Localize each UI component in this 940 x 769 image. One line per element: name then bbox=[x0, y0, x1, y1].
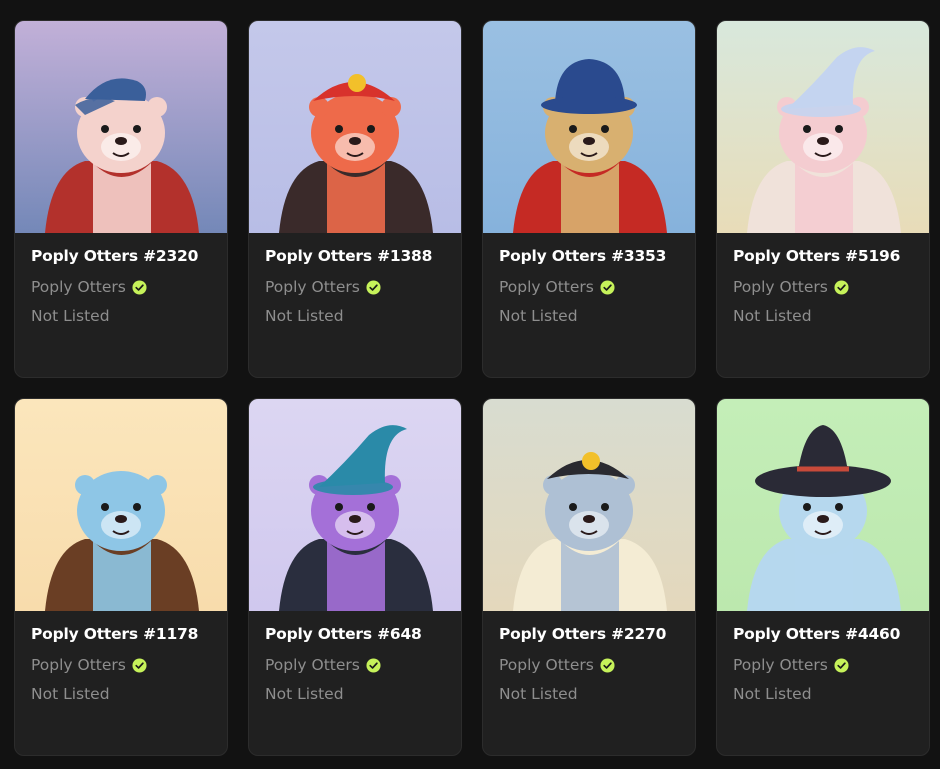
nft-image[interactable] bbox=[717, 399, 929, 611]
nft-info: Poply Otters #1388 Poply Otters Not List… bbox=[265, 247, 451, 325]
nft-title[interactable]: Poply Otters #5196 bbox=[733, 247, 919, 265]
nft-image[interactable] bbox=[483, 399, 695, 611]
nft-title[interactable]: Poply Otters #1178 bbox=[31, 625, 217, 643]
otter-artwork bbox=[249, 399, 461, 611]
collection-row: Poply Otters bbox=[499, 278, 685, 296]
nft-image[interactable] bbox=[249, 21, 461, 233]
nft-title[interactable]: Poply Otters #2320 bbox=[31, 247, 217, 265]
collection-row: Poply Otters bbox=[265, 656, 451, 674]
nft-grid: Poply Otters #2320 Poply Otters Not List… bbox=[0, 0, 940, 769]
verified-check-icon bbox=[600, 279, 615, 295]
collection-name[interactable]: Poply Otters bbox=[265, 278, 360, 296]
otter-artwork bbox=[717, 21, 929, 233]
listing-status: Not Listed bbox=[31, 307, 110, 325]
verified-check-icon bbox=[366, 657, 381, 673]
nft-info: Poply Otters #5196 Poply Otters Not List… bbox=[733, 247, 919, 325]
nft-image[interactable] bbox=[717, 21, 929, 233]
nft-title[interactable]: Poply Otters #2270 bbox=[499, 625, 685, 643]
verified-check-icon bbox=[366, 279, 381, 295]
nft-info: Poply Otters #1178 Poply Otters Not List… bbox=[31, 625, 217, 703]
collection-name[interactable]: Poply Otters bbox=[265, 656, 360, 674]
nft-card[interactable]: Poply Otters #2270 Poply Otters Not List… bbox=[482, 398, 696, 756]
nft-title[interactable]: Poply Otters #4460 bbox=[733, 625, 919, 643]
nft-image[interactable] bbox=[249, 399, 461, 611]
listing-status: Not Listed bbox=[499, 307, 578, 325]
listing-status: Not Listed bbox=[733, 307, 812, 325]
nft-info: Poply Otters #648 Poply Otters Not Liste… bbox=[265, 625, 451, 703]
collection-row: Poply Otters bbox=[499, 656, 685, 674]
collection-name[interactable]: Poply Otters bbox=[31, 278, 126, 296]
nft-image[interactable] bbox=[483, 21, 695, 233]
collection-row: Poply Otters bbox=[733, 278, 919, 296]
verified-check-icon bbox=[834, 657, 849, 673]
otter-artwork bbox=[717, 399, 929, 611]
nft-card[interactable]: Poply Otters #3353 Poply Otters Not List… bbox=[482, 20, 696, 378]
listing-status: Not Listed bbox=[733, 685, 812, 703]
nft-image[interactable] bbox=[15, 21, 227, 233]
otter-artwork bbox=[249, 21, 461, 233]
nft-title[interactable]: Poply Otters #1388 bbox=[265, 247, 451, 265]
verified-check-icon bbox=[132, 279, 147, 295]
collection-name[interactable]: Poply Otters bbox=[733, 656, 828, 674]
otter-artwork bbox=[483, 21, 695, 233]
nft-image[interactable] bbox=[15, 399, 227, 611]
nft-card[interactable]: Poply Otters #1178 Poply Otters Not List… bbox=[14, 398, 228, 756]
collection-name[interactable]: Poply Otters bbox=[499, 656, 594, 674]
nft-card[interactable]: Poply Otters #4460 Poply Otters Not List… bbox=[716, 398, 930, 756]
nft-info: Poply Otters #2270 Poply Otters Not List… bbox=[499, 625, 685, 703]
otter-artwork bbox=[15, 21, 227, 233]
collection-row: Poply Otters bbox=[31, 656, 217, 674]
nft-info: Poply Otters #4460 Poply Otters Not List… bbox=[733, 625, 919, 703]
listing-status: Not Listed bbox=[265, 307, 344, 325]
collection-row: Poply Otters bbox=[733, 656, 919, 674]
nft-title[interactable]: Poply Otters #3353 bbox=[499, 247, 685, 265]
verified-check-icon bbox=[600, 657, 615, 673]
collection-name[interactable]: Poply Otters bbox=[499, 278, 594, 296]
otter-artwork bbox=[15, 399, 227, 611]
collection-name[interactable]: Poply Otters bbox=[733, 278, 828, 296]
listing-status: Not Listed bbox=[31, 685, 110, 703]
listing-status: Not Listed bbox=[499, 685, 578, 703]
verified-check-icon bbox=[132, 657, 147, 673]
collection-row: Poply Otters bbox=[31, 278, 217, 296]
nft-card[interactable]: Poply Otters #2320 Poply Otters Not List… bbox=[14, 20, 228, 378]
nft-card[interactable]: Poply Otters #648 Poply Otters Not Liste… bbox=[248, 398, 462, 756]
collection-name[interactable]: Poply Otters bbox=[31, 656, 126, 674]
nft-info: Poply Otters #3353 Poply Otters Not List… bbox=[499, 247, 685, 325]
verified-check-icon bbox=[834, 279, 849, 295]
collection-row: Poply Otters bbox=[265, 278, 451, 296]
otter-artwork bbox=[483, 399, 695, 611]
nft-card[interactable]: Poply Otters #1388 Poply Otters Not List… bbox=[248, 20, 462, 378]
nft-card[interactable]: Poply Otters #5196 Poply Otters Not List… bbox=[716, 20, 930, 378]
nft-title[interactable]: Poply Otters #648 bbox=[265, 625, 451, 643]
listing-status: Not Listed bbox=[265, 685, 344, 703]
nft-info: Poply Otters #2320 Poply Otters Not List… bbox=[31, 247, 217, 325]
